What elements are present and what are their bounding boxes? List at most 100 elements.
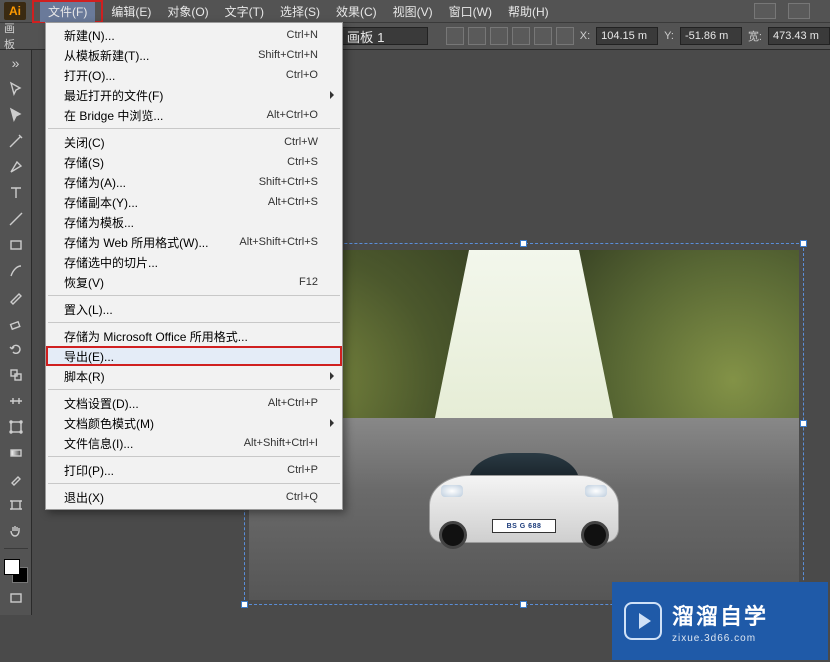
menuitem-label: 在 Bridge 中浏览...: [64, 107, 267, 124]
menuitem-文档设置d[interactable]: 文档设置(D)...Alt+Ctrl+P: [46, 393, 342, 413]
menu-separator: [48, 456, 340, 457]
orientation-portrait-icon[interactable]: [446, 27, 464, 45]
menuitem-置入l[interactable]: 置入(L)...: [46, 299, 342, 319]
menuitem-打印p[interactable]: 打印(P)...Ctrl+P: [46, 460, 342, 480]
menuitem-文档颜色模式m[interactable]: 文档颜色模式(M): [46, 413, 342, 433]
artboard-name-input[interactable]: [342, 27, 428, 45]
eraser-tool[interactable]: [3, 312, 29, 334]
x-label: X:: [580, 30, 590, 42]
menuitem-shortcut: Alt+Ctrl+O: [267, 109, 318, 121]
image-car: BS G 688: [429, 453, 619, 543]
free-transform-tool[interactable]: [3, 416, 29, 438]
menu-separator: [48, 322, 340, 323]
menu-separator: [48, 295, 340, 296]
screen-mode-icon[interactable]: [3, 587, 29, 609]
hand-tool[interactable]: [3, 520, 29, 542]
menu-help[interactable]: 帮助(H): [500, 0, 557, 23]
menuitem-最近打开的文件f[interactable]: 最近打开的文件(F): [46, 85, 342, 105]
app-logo: Ai: [4, 2, 26, 20]
tool-divider: [4, 548, 28, 549]
scale-tool[interactable]: [3, 364, 29, 386]
selection-handle[interactable]: [520, 240, 527, 247]
selection-handle[interactable]: [800, 240, 807, 247]
menuitem-shortcut: Ctrl+N: [287, 29, 318, 41]
selection-handle[interactable]: [800, 420, 807, 427]
pen-tool[interactable]: [3, 156, 29, 178]
menuitem-label: 关闭(C): [64, 134, 284, 151]
menuitem-shortcut: F12: [299, 276, 318, 288]
layout-mode-icon[interactable]: [754, 3, 776, 19]
menu-view[interactable]: 视图(V): [385, 0, 441, 23]
menuitem-shortcut: Ctrl+P: [287, 464, 318, 476]
color-swatch[interactable]: [4, 559, 28, 583]
new-artboard-icon[interactable]: [490, 27, 508, 45]
menu-separator: [48, 389, 340, 390]
delete-artboard-icon[interactable]: [512, 27, 530, 45]
menuitem-shortcut: Ctrl+W: [284, 136, 318, 148]
file-menu-dropdown: 新建(N)...Ctrl+N从模板新建(T)...Shift+Ctrl+N打开(…: [45, 22, 343, 510]
menu-type[interactable]: 文字(T): [217, 0, 272, 23]
menuitem-存储为a[interactable]: 存储为(A)...Shift+Ctrl+S: [46, 172, 342, 192]
menuitem-存储为模板[interactable]: 存储为模板...: [46, 212, 342, 232]
menuitem-恢复v[interactable]: 恢复(V)F12: [46, 272, 342, 292]
y-input[interactable]: [680, 27, 742, 45]
selection-handle[interactable]: [520, 601, 527, 608]
artboard-options-icon[interactable]: [534, 27, 552, 45]
width-tool[interactable]: [3, 390, 29, 412]
orientation-landscape-icon[interactable]: [468, 27, 486, 45]
menuitem-退出x[interactable]: 退出(X)Ctrl+Q: [46, 487, 342, 507]
menuitem-打开o[interactable]: 打开(O)...Ctrl+O: [46, 65, 342, 85]
workspace-switcher-icon[interactable]: [788, 3, 810, 19]
menu-window[interactable]: 窗口(W): [441, 0, 500, 23]
direct-selection-tool[interactable]: [3, 104, 29, 126]
submenu-arrow-icon: [330, 91, 334, 99]
menuitem-脚本r[interactable]: 脚本(R): [46, 366, 342, 386]
magic-wand-tool[interactable]: [3, 130, 29, 152]
menuitem-新建n[interactable]: 新建(N)...Ctrl+N: [46, 25, 342, 45]
menuitem-关闭c[interactable]: 关闭(C)Ctrl+W: [46, 132, 342, 152]
gradient-tool[interactable]: [3, 442, 29, 464]
paintbrush-tool[interactable]: [3, 260, 29, 282]
menuitem-在-bridge-中浏览[interactable]: 在 Bridge 中浏览...Alt+Ctrl+O: [46, 105, 342, 125]
menuitem-存储选中的切片[interactable]: 存储选中的切片...: [46, 252, 342, 272]
artboard-tool[interactable]: [3, 494, 29, 516]
menuitem-存储副本y[interactable]: 存储副本(Y)...Alt+Ctrl+S: [46, 192, 342, 212]
tab-handle-icon[interactable]: »: [3, 52, 29, 74]
eyedropper-tool[interactable]: [3, 468, 29, 490]
menuitem-文件信息i[interactable]: 文件信息(I)...Alt+Shift+Ctrl+I: [46, 433, 342, 453]
menuitem-存储为-microsoft-office-所用格式[interactable]: 存储为 Microsoft Office 所用格式...: [46, 326, 342, 346]
menuitem-存储s[interactable]: 存储(S)Ctrl+S: [46, 152, 342, 172]
rectangle-tool[interactable]: [3, 234, 29, 256]
w-input[interactable]: [768, 27, 830, 45]
watermark-url: zixue.3d66.com: [672, 633, 768, 644]
reference-point-icon[interactable]: [556, 27, 574, 45]
menuitem-label: 最近打开的文件(F): [64, 87, 318, 104]
menu-effect[interactable]: 效果(C): [328, 0, 385, 23]
menuitem-导出e[interactable]: 导出(E)...: [46, 346, 342, 366]
menuitem-label: 文档设置(D)...: [64, 395, 268, 412]
menu-file-highlight: 文件(F): [32, 0, 103, 23]
menuitem-label: 从模板新建(T)...: [64, 47, 258, 64]
y-label: Y:: [664, 30, 674, 42]
fg-color-icon[interactable]: [4, 559, 20, 575]
license-plate: BS G 688: [492, 519, 556, 533]
line-tool[interactable]: [3, 208, 29, 230]
menuitem-从模板新建t[interactable]: 从模板新建(T)...Shift+Ctrl+N: [46, 45, 342, 65]
type-tool[interactable]: [3, 182, 29, 204]
submenu-arrow-icon: [330, 419, 334, 427]
rotate-tool[interactable]: [3, 338, 29, 360]
menuitem-label: 存储副本(Y)...: [64, 194, 268, 211]
menuitem-shortcut: Alt+Shift+Ctrl+S: [239, 236, 318, 248]
menuitem-存储为-web-所用格式w[interactable]: 存储为 Web 所用格式(W)...Alt+Shift+Ctrl+S: [46, 232, 342, 252]
menu-object[interactable]: 对象(O): [159, 0, 216, 23]
menu-edit[interactable]: 编辑(E): [103, 0, 159, 23]
selection-handle[interactable]: [241, 601, 248, 608]
watermark-badge: 溜溜自学 zixue.3d66.com: [612, 582, 828, 660]
selection-tool[interactable]: [3, 78, 29, 100]
watermark-title: 溜溜自学: [672, 599, 768, 631]
menu-file[interactable]: 文件(F): [40, 2, 95, 22]
pencil-tool[interactable]: [3, 286, 29, 308]
menuitem-label: 文件信息(I)...: [64, 435, 244, 452]
x-input[interactable]: [596, 27, 658, 45]
menuitem-shortcut: Shift+Ctrl+S: [259, 176, 318, 188]
